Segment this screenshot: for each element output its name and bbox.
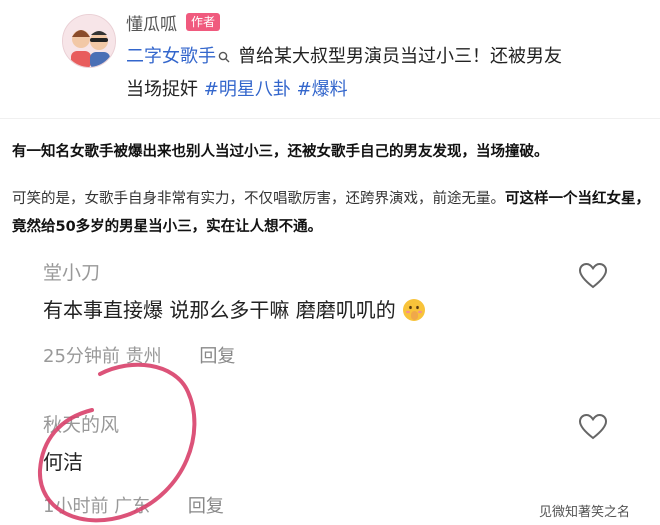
article-paragraph: 有一知名女歌手被爆出来也别人当过小三，还被女歌手自己的男友发现，当场撞破。: [12, 144, 549, 160]
comment-meta: 1小时前 广东 回复: [43, 492, 224, 518]
author-avatar[interactable]: [62, 14, 116, 68]
watermark: 见微知著笑之名: [539, 505, 631, 520]
comment-text: 有本事直接爆 说那么多干嘛 磨磨叽叽的: [43, 294, 426, 323]
tag-link-scoop[interactable]: #爆料: [297, 79, 348, 100]
avatar-illustration-icon: [63, 15, 115, 67]
post-header: 懂瓜呱 作者 二字女歌手 曾给某大叔型男演员当过小三！还被男友 当场捉奸 #明星八…: [0, 0, 660, 118]
reply-button[interactable]: 回复: [199, 346, 235, 367]
topic-link[interactable]: 二字女歌手: [126, 46, 216, 67]
post-title: 二字女歌手 曾给某大叔型男演员当过小三！还被男友 当场捉奸 #明星八卦 #爆料: [126, 40, 646, 106]
like-heart-icon[interactable]: [578, 413, 608, 441]
divider: [0, 118, 660, 119]
comment-text: 何洁: [43, 450, 83, 474]
comment-time: 25分钟前: [43, 346, 120, 367]
comment-location: 贵州: [125, 346, 162, 367]
article-paragraph: 可笑的是，女歌手自身非常有实力，不仅唱歌厉害，还跨界演戏，前途无量。可这样一个当…: [12, 185, 652, 241]
search-icon: [218, 51, 230, 63]
shushing-face-emoji-icon: [403, 299, 426, 321]
commenter-name[interactable]: 堂小刀: [43, 258, 100, 285]
comment-time: 1小时前: [43, 496, 109, 517]
title-text-line2: 当场捉奸: [126, 79, 198, 100]
tag-link-gossip[interactable]: #明星八卦: [204, 79, 291, 100]
comment-text-content: 有本事直接爆 说那么多干嘛 磨磨叽叽的: [43, 298, 396, 322]
reply-button[interactable]: 回复: [188, 496, 224, 517]
title-text: 曾给某大叔型男演员当过小三！还被男友: [238, 46, 562, 67]
article-text: 可笑的是，女歌手自身非常有实力，不仅唱歌厉害，还跨界演戏，前途无量。: [12, 191, 505, 207]
like-heart-icon[interactable]: [578, 262, 608, 290]
author-badge: 作者: [186, 13, 221, 31]
author-name[interactable]: 懂瓜呱: [126, 10, 177, 35]
comment-meta: 25分钟前 贵州 回复: [43, 342, 235, 368]
comment-location: 广东: [114, 496, 151, 517]
commenter-name[interactable]: 秋天的风: [43, 410, 119, 437]
